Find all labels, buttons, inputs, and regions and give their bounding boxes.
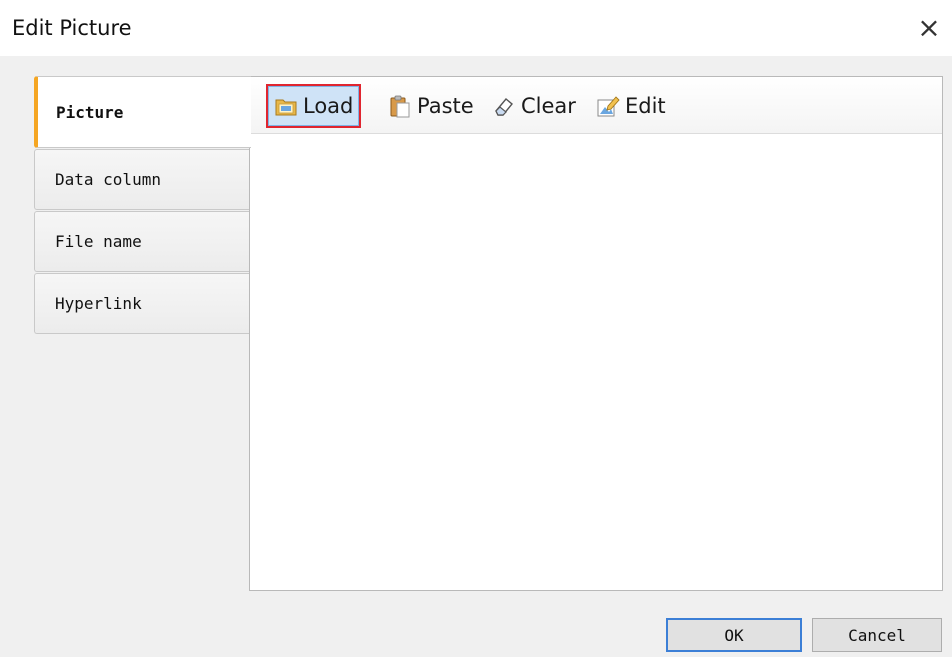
tab-label: Hyperlink xyxy=(55,294,142,313)
eraser-icon xyxy=(492,94,516,118)
clear-button[interactable]: Clear xyxy=(486,84,582,128)
folder-icon xyxy=(274,94,298,118)
load-label: Load xyxy=(303,94,354,118)
tab-hyperlink[interactable]: Hyperlink xyxy=(34,273,250,334)
cancel-button[interactable]: Cancel xyxy=(812,618,942,652)
edit-button[interactable]: Edit xyxy=(590,84,672,128)
tab-label: File name xyxy=(55,232,142,251)
close-icon[interactable]: × xyxy=(912,10,946,44)
paste-button[interactable]: Paste xyxy=(382,84,480,128)
picture-panel: Load Paste Clear Edit xyxy=(249,76,943,591)
ok-button[interactable]: OK xyxy=(666,618,802,652)
tab-picture[interactable]: Picture xyxy=(34,76,251,148)
load-button[interactable]: Load xyxy=(266,84,362,128)
cancel-label: Cancel xyxy=(848,625,906,645)
paste-label: Paste xyxy=(417,94,474,118)
edit-label: Edit xyxy=(625,94,666,118)
clipboard-icon xyxy=(388,94,412,118)
tab-data-column[interactable]: Data column xyxy=(34,149,250,210)
title-bar: Edit Picture × xyxy=(0,0,952,56)
tab-file-name[interactable]: File name xyxy=(34,211,250,272)
tab-label: Data column xyxy=(55,170,161,189)
edit-picture-icon xyxy=(596,94,620,118)
tab-label: Picture xyxy=(56,102,124,122)
ok-label: OK xyxy=(724,625,744,645)
tab-list: Picture Data column File name Hyperlink xyxy=(34,76,251,335)
picture-toolbar: Load Paste Clear Edit xyxy=(250,77,942,134)
dialog-title: Edit Picture xyxy=(12,16,132,40)
dialog-body: Picture Data column File name Hyperlink xyxy=(0,56,952,657)
clear-label: Clear xyxy=(521,94,576,118)
